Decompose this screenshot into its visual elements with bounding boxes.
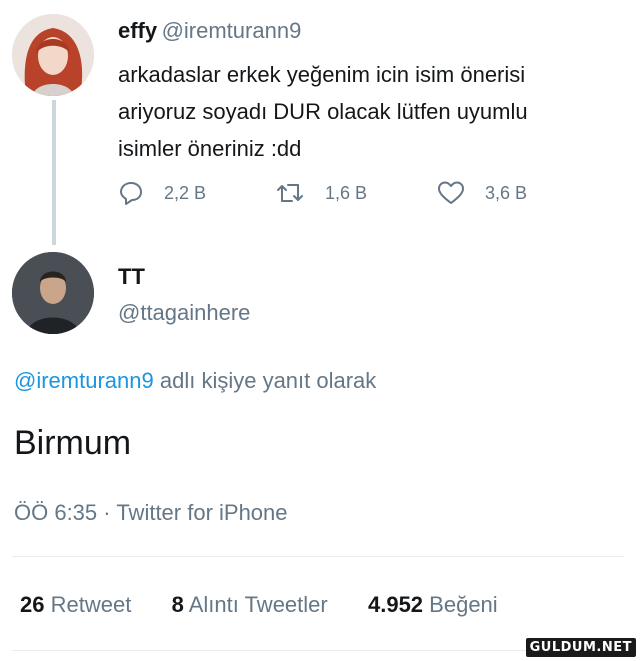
meta-separator: · xyxy=(103,500,111,525)
reply-to-suffix: adlı kişiye yanıt olarak xyxy=(159,368,377,393)
retweet-icon xyxy=(277,184,303,202)
reply-to-mention-link[interactable]: @iremturann9 xyxy=(14,368,154,393)
retweet-count: 1,6 B xyxy=(325,182,368,203)
retweets-label: Retweet xyxy=(50,592,132,617)
divider xyxy=(12,556,624,557)
quotes-label: Alıntı Tweetler xyxy=(188,592,328,617)
avatar-effy-image xyxy=(12,14,94,96)
retweets-value: 26 xyxy=(20,592,45,617)
replying-to: @iremturann9 adlı kişiye yanıt olarak xyxy=(14,368,376,394)
like-action[interactable]: 3,6 B xyxy=(437,180,527,206)
likes-label: Beğeni xyxy=(429,592,498,617)
original-tweet-line: arkadaslar erkek yeğenim icin isim öneri… xyxy=(118,62,526,87)
quotes-value: 8 xyxy=(171,592,184,617)
thread-connector-line xyxy=(52,100,56,245)
reply-handle[interactable]: @ttagainhere xyxy=(118,300,250,326)
retweet-action[interactable]: 1,6 B xyxy=(275,180,367,206)
tweet-source[interactable]: Twitter for iPhone xyxy=(116,500,287,525)
original-tweet-line: ariyoruz soyadı DUR olacak lütfen uyumlu xyxy=(118,99,528,124)
like-icon xyxy=(438,181,464,204)
original-tweet-header: effy @iremturann9 xyxy=(118,18,301,44)
original-display-name[interactable]: effy xyxy=(118,18,157,43)
retweets-stat[interactable]: 26 Retweet xyxy=(20,592,131,617)
likes-value: 4.952 xyxy=(367,592,424,617)
reply-icon xyxy=(120,182,142,205)
reply-tweet-text: Birmum xyxy=(14,424,132,462)
likes-stat[interactable]: 4.952 Beğeni xyxy=(368,592,498,617)
reply-action[interactable]: 2,2 B xyxy=(118,180,206,206)
avatar-tt[interactable] xyxy=(12,252,94,334)
avatar-tt-image xyxy=(12,252,94,334)
original-tweet-text: arkadaslar erkek yeğenim icin isim öneri… xyxy=(118,56,628,167)
quotes-stat[interactable]: 8 Alıntı Tweetler xyxy=(172,592,328,617)
like-count: 3,6 B xyxy=(485,182,528,203)
avatar-effy[interactable] xyxy=(12,14,94,96)
reply-count: 2,2 B xyxy=(164,182,207,203)
tweet-stats: 26 Retweet 8 Alıntı Tweetler 4.952 Beğen… xyxy=(20,592,498,618)
tweet-time[interactable]: ÖÖ 6:35 xyxy=(14,500,97,525)
tweet-meta: ÖÖ 6:35 · Twitter for iPhone xyxy=(14,500,288,526)
watermark-logo: GULDUM.NET xyxy=(525,638,636,657)
original-handle[interactable]: @iremturann9 xyxy=(162,18,302,43)
original-tweet-line: isimler öneriniz :dd xyxy=(118,136,302,161)
reply-display-name[interactable]: TT xyxy=(118,264,145,290)
